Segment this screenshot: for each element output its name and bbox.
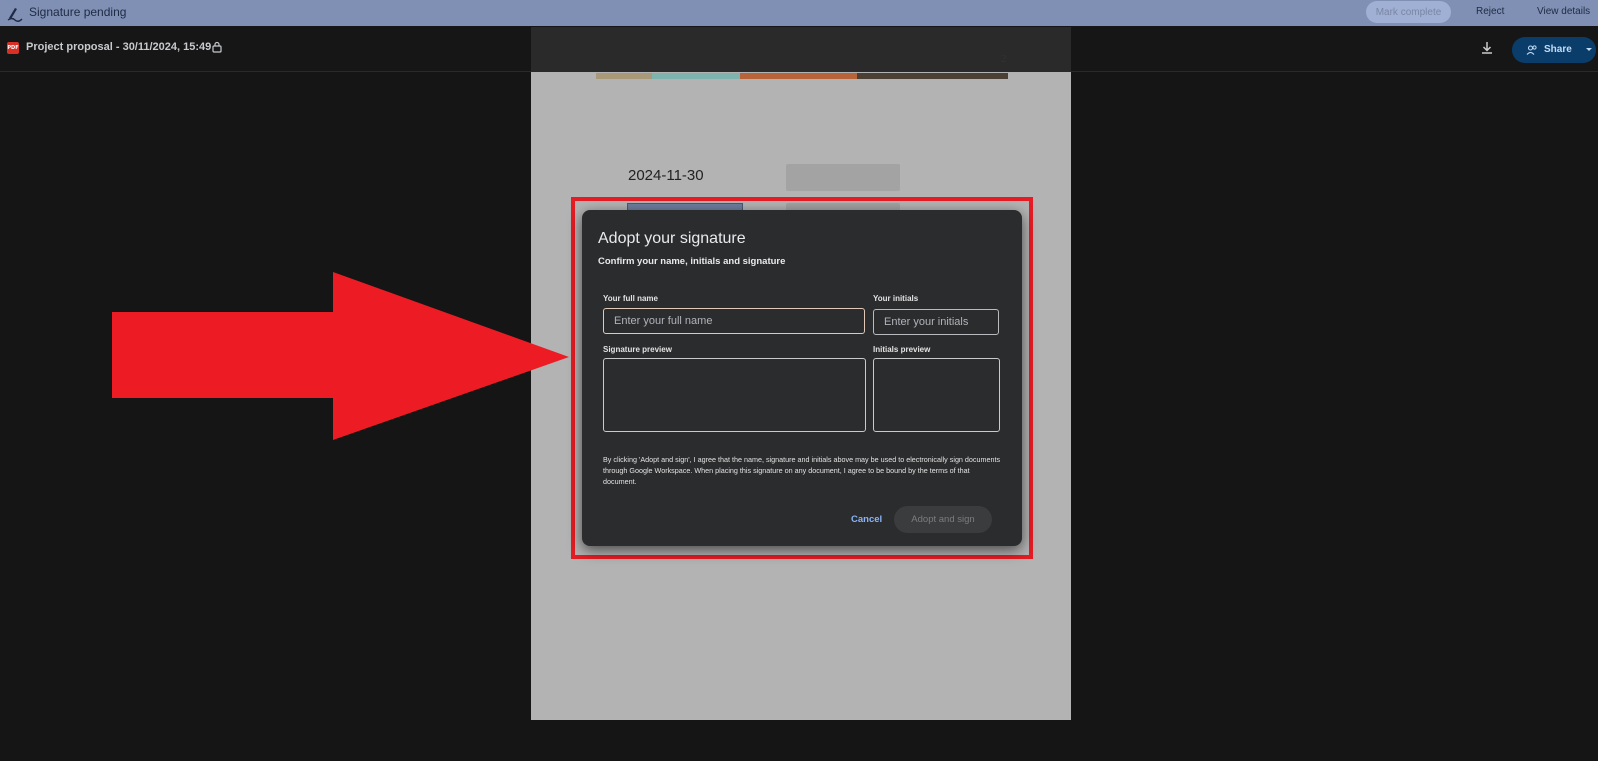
- initials-label: Your initials: [873, 294, 919, 303]
- page-number: 2: [1001, 53, 1007, 65]
- dialog-subtitle: Confirm your name, initials and signatur…: [598, 256, 786, 267]
- initials-preview-label: Initials preview: [873, 345, 931, 354]
- document-title: Project proposal - 30/11/2024, 15:49: [26, 41, 212, 53]
- cancel-button[interactable]: Cancel: [851, 514, 882, 525]
- mark-complete-button[interactable]: Mark complete: [1366, 1, 1451, 23]
- page-top-strip: [531, 27, 1071, 72]
- color-bar-segment: [857, 73, 1008, 79]
- signature-preview-label: Signature preview: [603, 345, 672, 354]
- document-date: 2024-11-30: [628, 167, 704, 184]
- people-icon: [1526, 45, 1537, 55]
- view-details-button[interactable]: View details: [1537, 6, 1590, 17]
- initials-preview-box: [873, 358, 1000, 432]
- color-bar-segment: [740, 73, 857, 79]
- red-arrow-annotation: [112, 272, 569, 440]
- download-icon[interactable]: [1479, 40, 1495, 56]
- signature-preview-box: [603, 358, 866, 432]
- signature-pending-banner: Signature pending Mark complete Reject V…: [0, 0, 1598, 26]
- adopt-and-sign-button[interactable]: Adopt and sign: [894, 506, 992, 533]
- reject-button[interactable]: Reject: [1476, 6, 1504, 17]
- color-bar-segment: [652, 73, 740, 79]
- signature-pen-icon: [7, 8, 23, 22]
- lock-icon: [212, 41, 222, 53]
- signature-field-placeholder[interactable]: [786, 164, 900, 191]
- initials-input[interactable]: [873, 309, 999, 335]
- share-label: Share: [1544, 44, 1572, 55]
- pdf-file-icon: PDF: [7, 42, 19, 54]
- chevron-down-icon[interactable]: [1584, 44, 1594, 54]
- full-name-input[interactable]: [603, 308, 865, 334]
- color-bar-segment: [596, 73, 652, 79]
- banner-title: Signature pending: [29, 5, 127, 19]
- full-name-label: Your full name: [603, 294, 658, 303]
- adopt-signature-dialog: Adopt your signature Confirm your name, …: [582, 210, 1022, 546]
- dialog-title: Adopt your signature: [598, 230, 746, 247]
- color-bar: [596, 73, 1008, 79]
- share-button[interactable]: Share: [1512, 37, 1596, 63]
- legal-consent-text: By clicking 'Adopt and sign', I agree th…: [603, 455, 1001, 486]
